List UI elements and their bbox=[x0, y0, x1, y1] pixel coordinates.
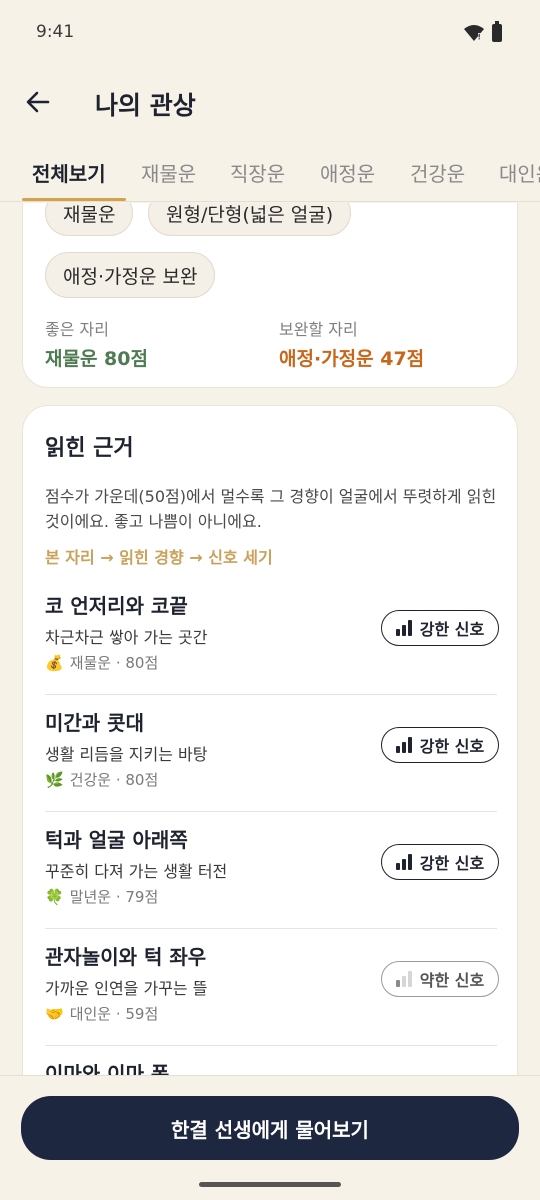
weak-spot-label: 보완할 자리 bbox=[279, 320, 358, 339]
handshake-icon: 🤝 bbox=[45, 1004, 64, 1023]
signal-bars-icon bbox=[395, 737, 412, 753]
weak-spot-value: 애정·가정운 47점 bbox=[279, 348, 425, 370]
evidence-item-subtitle: 생활 리듬을 지키는 바탕 bbox=[45, 745, 208, 764]
status-icons bbox=[464, 21, 502, 42]
evidence-item[interactable]: 관자놀이와 턱 좌우 가까운 인연을 가꾸는 뜰 🤝 대인운 · 59점 약한 … bbox=[23, 929, 519, 1046]
bottom-bar: 한결 선생에게 물어보기 bbox=[0, 1075, 540, 1200]
evidence-item-title: 관자놀이와 턱 좌우 bbox=[45, 945, 207, 969]
signal-badge: 약한 신호 bbox=[381, 961, 499, 997]
evidence-item-subtitle: 차근차근 쌓아 가는 곳간 bbox=[45, 628, 208, 647]
evidence-item-title: 턱과 얼굴 아래쪽 bbox=[45, 828, 188, 852]
evidence-item-subtitle: 꾸준히 다져 가는 생활 터전 bbox=[45, 862, 228, 881]
app-bar: 나의 관상 bbox=[0, 66, 540, 142]
evidence-item-score: 건강운 · 80점 bbox=[69, 771, 159, 789]
clover-icon: 🍀 bbox=[45, 887, 64, 906]
signal-badge: 강한 신호 bbox=[381, 610, 499, 646]
evidence-flow: 본 자리 → 읽힌 경향 → 신호 세기 bbox=[45, 548, 273, 567]
status-bar: 9:41 bbox=[0, 0, 540, 66]
evidence-description: 점수가 가운데(50점)에서 멀수록 그 경향이 얼굴에서 뚜렷하게 읽힌 것이… bbox=[45, 487, 497, 531]
good-spot-label: 좋은 자리 bbox=[45, 320, 109, 339]
trait-chip: 애정·가정운 보완 bbox=[45, 252, 216, 298]
page-title: 나의 관상 bbox=[95, 91, 196, 120]
arrow-left-icon bbox=[26, 91, 50, 113]
signal-label: 강한 신호 bbox=[419, 620, 485, 639]
trait-chip: 재물운 bbox=[45, 203, 134, 236]
signal-bars-icon bbox=[395, 854, 412, 870]
signal-badge: 강한 신호 bbox=[381, 727, 499, 763]
evidence-item-title: 이마와 이마 폭 bbox=[45, 1062, 170, 1075]
evidence-item-subtitle: 가까운 인연을 가꾸는 뜰 bbox=[45, 979, 208, 998]
evidence-item-score: 재물운 · 80점 bbox=[69, 654, 159, 672]
home-indicator[interactable] bbox=[199, 1182, 341, 1187]
tab-indicator bbox=[22, 198, 126, 201]
evidence-item-score: 대인운 · 59점 bbox=[69, 1005, 159, 1023]
evidence-item[interactable]: 미간과 콧대 생활 리듬을 지키는 바탕 🌿 건강운 · 80점 강한 신호 bbox=[23, 695, 519, 812]
evidence-item-meta: 💰 재물운 · 80점 bbox=[45, 652, 158, 673]
evidence-item[interactable]: 코 언저리와 코끝 차근차근 쌓아 가는 곳간 💰 재물운 · 80점 강한 신… bbox=[23, 578, 519, 695]
tab-all[interactable]: 전체보기 bbox=[32, 158, 106, 187]
leaf-icon: 🌿 bbox=[45, 770, 64, 789]
tab-wealth[interactable]: 재물운 bbox=[141, 158, 196, 187]
signal-bars-icon bbox=[395, 620, 412, 636]
evidence-item-meta: 🌿 건강운 · 80점 bbox=[45, 769, 158, 790]
evidence-item[interactable]: 턱과 얼굴 아래쪽 꾸준히 다져 가는 생활 터전 🍀 말년운 · 79점 강한… bbox=[23, 812, 519, 929]
evidence-card: 읽힌 근거 점수가 가운데(50점)에서 멀수록 그 경향이 얼굴에서 뚜렷하게… bbox=[22, 405, 518, 1075]
tab-love[interactable]: 애정운 bbox=[320, 158, 375, 187]
battery-icon bbox=[492, 21, 502, 42]
good-spot-value: 재물운 80점 bbox=[45, 348, 148, 370]
evidence-item-title: 코 언저리와 코끝 bbox=[45, 594, 188, 618]
back-button[interactable] bbox=[18, 82, 58, 122]
content-scroll[interactable]: 재물운 원형/단형(넓은 얼굴) 애정·가정운 보완 좋은 자리 재물운 80점… bbox=[0, 203, 540, 1075]
signal-label: 강한 신호 bbox=[419, 854, 485, 873]
evidence-item-meta: 🍀 말년운 · 79점 bbox=[45, 886, 158, 907]
status-time: 9:41 bbox=[36, 22, 75, 42]
wifi-icon bbox=[464, 25, 484, 41]
trait-chip: 원형/단형(넓은 얼굴) bbox=[148, 203, 352, 236]
tab-health[interactable]: 건강운 bbox=[410, 158, 465, 187]
tab-relationship[interactable]: 대인운 bbox=[499, 158, 540, 187]
signal-bars-icon bbox=[395, 971, 412, 987]
evidence-item-meta: 🤝 대인운 · 59점 bbox=[45, 1003, 158, 1024]
evidence-item[interactable]: 이마와 이마 폭 bbox=[23, 1046, 519, 1075]
signal-label: 강한 신호 bbox=[419, 737, 485, 756]
evidence-item-title: 미간과 콧대 bbox=[45, 711, 144, 735]
signal-badge: 강한 신호 bbox=[381, 844, 499, 880]
tab-career[interactable]: 직장운 bbox=[230, 158, 285, 187]
summary-card: 재물운 원형/단형(넓은 얼굴) 애정·가정운 보완 좋은 자리 재물운 80점… bbox=[22, 203, 518, 388]
tab-bar: 전체보기 재물운 직장운 애정운 건강운 대인운 bbox=[0, 142, 540, 202]
evidence-title: 읽힌 근거 bbox=[45, 436, 134, 461]
evidence-item-score: 말년운 · 79점 bbox=[69, 888, 159, 906]
signal-label: 약한 신호 bbox=[419, 971, 485, 990]
ask-teacher-button[interactable]: 한결 선생에게 물어보기 bbox=[21, 1096, 519, 1160]
money-bag-icon: 💰 bbox=[45, 653, 64, 672]
